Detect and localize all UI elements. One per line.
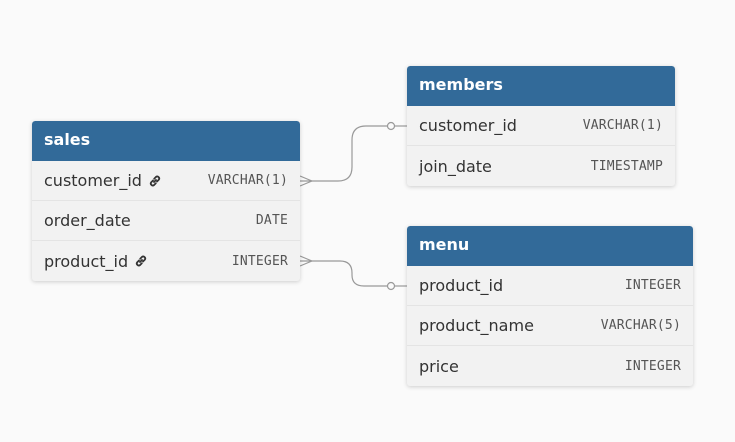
connector-sales-menu	[300, 260, 395, 287]
column-row[interactable]: price INTEGER	[407, 346, 693, 386]
column-type: INTEGER	[624, 278, 681, 293]
table-menu[interactable]: menu product_id INTEGER product_name VAR…	[407, 226, 693, 386]
column-row[interactable]: order_date DATE	[32, 201, 300, 241]
crow-foot-many-icon	[299, 175, 313, 187]
column-name: product_id	[419, 276, 504, 295]
table-title[interactable]: sales	[32, 121, 300, 161]
column-type: VARCHAR(5)	[600, 318, 681, 333]
column-row[interactable]: product_id INTEGER	[407, 266, 693, 306]
table-title[interactable]: menu	[407, 226, 693, 266]
column-type: INTEGER	[624, 358, 681, 374]
column-row[interactable]: product_id INTEGER	[32, 241, 300, 281]
column-name: order_date	[44, 211, 131, 230]
column-name: price	[419, 356, 459, 376]
column-row[interactable]: product_name VARCHAR(5)	[407, 306, 693, 346]
column-row[interactable]: customer_id VARCHAR(1)	[407, 106, 675, 146]
column-type: VARCHAR(1)	[207, 173, 288, 188]
column-name: product_name	[419, 316, 534, 335]
column-type: DATE	[255, 213, 288, 228]
table-title[interactable]: members	[407, 66, 675, 106]
column-name: join_date	[419, 156, 492, 176]
column-row[interactable]: join_date TIMESTAMP	[407, 146, 675, 186]
one-end-circle-icon	[386, 281, 407, 291]
er-diagram-canvas: sales customer_id VARCHAR(1) order_date …	[0, 0, 735, 442]
table-members[interactable]: members customer_id VARCHAR(1) join_date…	[407, 66, 675, 186]
link-icon	[148, 174, 162, 188]
column-row[interactable]: customer_id VARCHAR(1)	[32, 161, 300, 201]
column-name: customer_id	[419, 116, 517, 135]
table-sales[interactable]: sales customer_id VARCHAR(1) order_date …	[32, 121, 300, 281]
one-end-circle-icon	[386, 121, 407, 131]
column-type: TIMESTAMP	[590, 158, 663, 174]
connector-sales-members	[300, 125, 395, 182]
column-name: customer_id	[44, 171, 142, 190]
column-type: VARCHAR(1)	[582, 118, 663, 133]
crow-foot-many-icon	[299, 255, 313, 267]
column-type: INTEGER	[231, 253, 288, 269]
column-name: product_id	[44, 251, 129, 271]
link-icon	[134, 254, 148, 268]
